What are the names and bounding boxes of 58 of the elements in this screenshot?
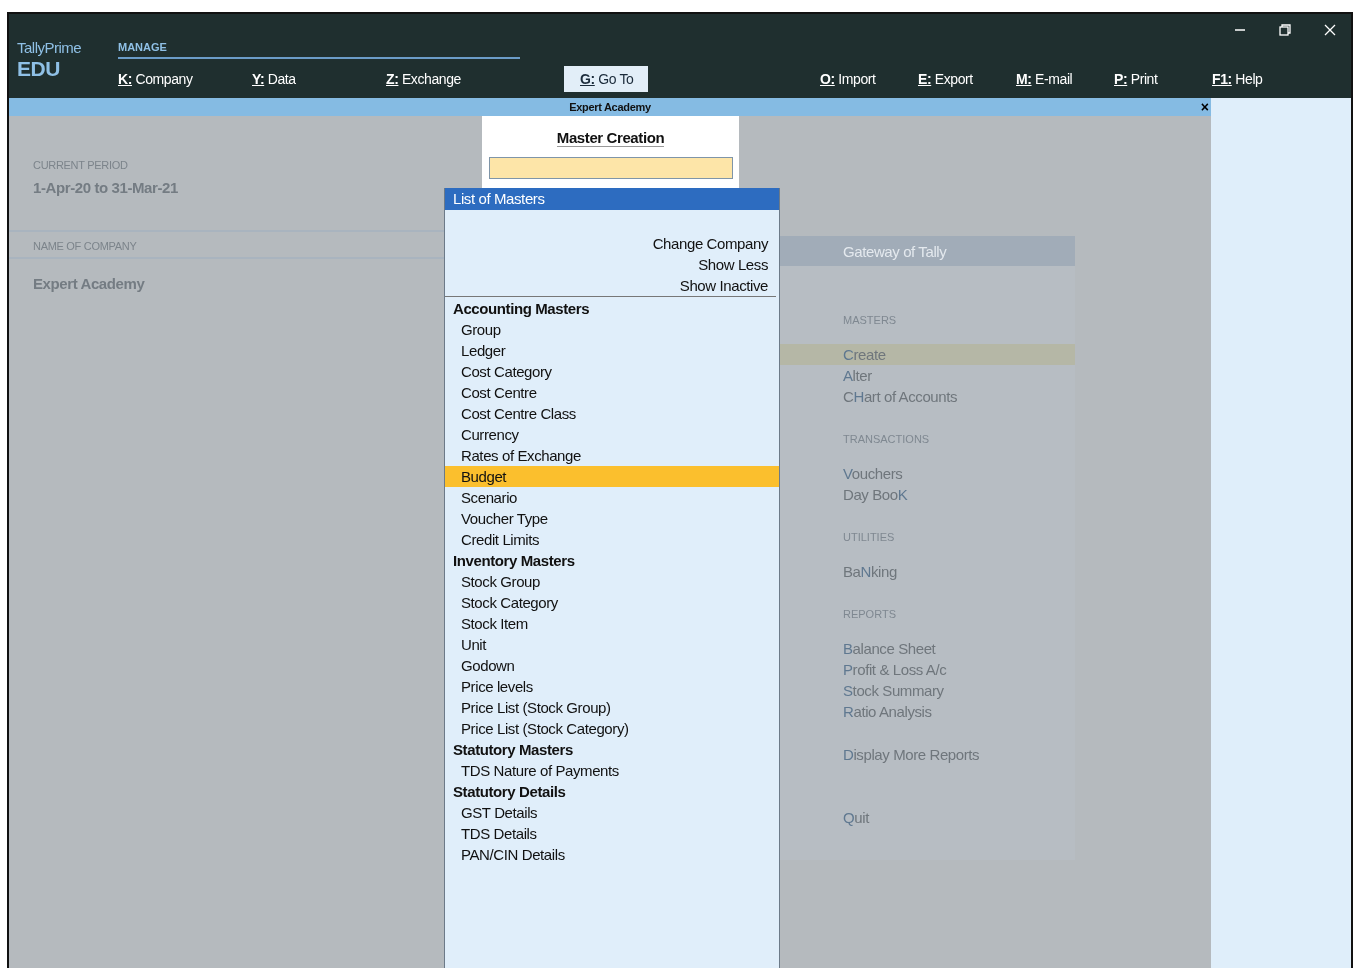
field-label: NAME OF COMPANY: [33, 240, 137, 252]
product-name: TallyPrime: [17, 39, 82, 56]
menu-item[interactable]: O: Import: [820, 69, 918, 89]
section-label: REPORTS: [843, 608, 896, 620]
option-link[interactable]: Change Company: [652, 233, 768, 254]
list-item[interactable]: Stock Item: [445, 613, 779, 634]
menu-item[interactable]: K: Company: [118, 69, 252, 89]
list-item[interactable]: Price List (Stock Category): [445, 718, 779, 739]
list-item[interactable]: TDS Nature of Payments: [445, 760, 779, 781]
goto-button[interactable]: G: Go To: [564, 66, 648, 92]
menu-item[interactable]: Y: Data: [252, 69, 386, 89]
menu-item[interactable]: E: Export: [918, 69, 1016, 89]
list-item[interactable]: PAN/CIN Details: [445, 844, 779, 865]
section-label: TRANSACTIONS: [843, 433, 930, 445]
section-label: UTILITIES: [843, 531, 895, 543]
group-heading: Accounting Masters: [452, 299, 591, 319]
list-item[interactable]: Stock Group: [445, 571, 779, 592]
menu-item[interactable]: Z: Exchange: [386, 69, 520, 89]
close-icon[interactable]: [1324, 24, 1336, 36]
menu-item[interactable]: M: E-mail: [1016, 69, 1114, 89]
list-item[interactable]: Voucher Type: [445, 508, 779, 529]
group-heading: Statutory Masters: [452, 740, 574, 760]
list-item[interactable]: Godown: [445, 655, 779, 676]
menu-item[interactable]: F1: Help: [1212, 69, 1310, 89]
list-item[interactable]: Rates of Exchange: [445, 445, 779, 466]
panel-title: Master Creation: [556, 129, 665, 147]
list-item[interactable]: TDS Details: [445, 823, 779, 844]
list-item[interactable]: Cost Centre: [445, 382, 779, 403]
section-label: MASTERS: [843, 314, 897, 326]
field-label: CURRENT PERIOD: [33, 159, 128, 171]
list-item[interactable]: Group: [445, 319, 779, 340]
menu-group-label: MANAGE: [118, 41, 520, 59]
close-button[interactable]: ×: [1200, 98, 1209, 116]
list-item[interactable]: Ledger: [445, 340, 779, 361]
field-value: 1-Apr-20 to 31-Mar-21: [33, 179, 178, 196]
list-item[interactable]: Cost Category: [445, 361, 779, 382]
list-item[interactable]: Stock Category: [445, 592, 779, 613]
list-item[interactable]: GST Details: [445, 802, 779, 823]
company-title: Expert Academy: [569, 101, 651, 113]
option-link[interactable]: Show Inactive: [679, 275, 768, 296]
field-value: Expert Academy: [33, 275, 145, 292]
list-item[interactable]: Price List (Stock Group): [445, 697, 779, 718]
panel-title: Gateway of Tally: [843, 242, 947, 260]
input-field[interactable]: [488, 157, 733, 179]
group-heading: Inventory Masters: [452, 551, 576, 571]
list-title: List of Masters: [453, 190, 545, 207]
list-item[interactable]: Budget: [445, 466, 779, 487]
list-item[interactable]: Unit: [445, 634, 779, 655]
option-link[interactable]: Show Less: [698, 254, 768, 275]
menu-item[interactable]: P: Print: [1114, 69, 1212, 89]
list-item[interactable]: Scenario: [445, 487, 779, 508]
group-heading: Statutory Details: [452, 782, 567, 802]
restore-icon[interactable]: [1279, 24, 1291, 36]
list-item[interactable]: Credit Limits: [445, 529, 779, 550]
list-item[interactable]: Price levels: [445, 676, 779, 697]
list-item[interactable]: Cost Centre Class: [445, 403, 779, 424]
list-item[interactable]: Currency: [445, 424, 779, 445]
edition-label: EDU: [17, 57, 60, 81]
